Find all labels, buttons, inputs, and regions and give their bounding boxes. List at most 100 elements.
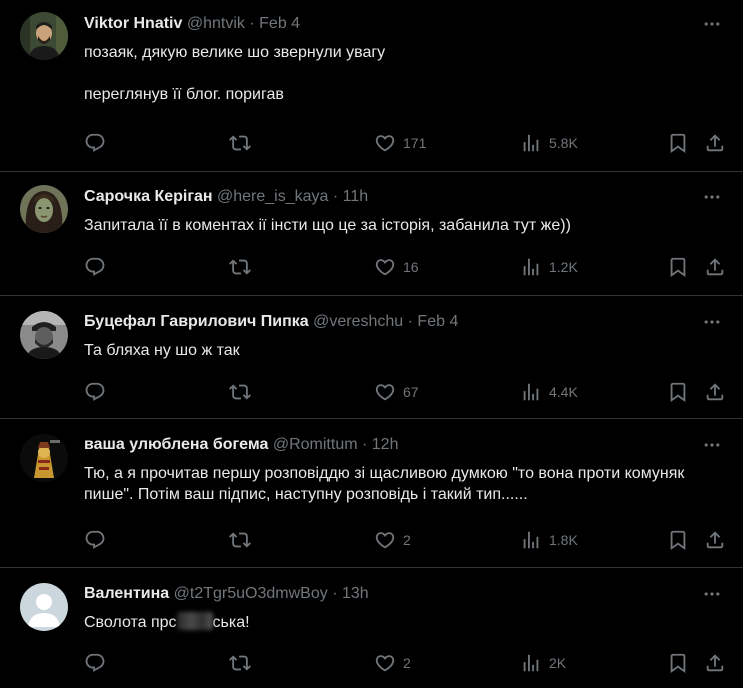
like-icon bbox=[374, 529, 396, 551]
share-button[interactable] bbox=[704, 652, 726, 674]
share-icon bbox=[704, 256, 726, 278]
bookmark-icon bbox=[667, 652, 689, 674]
views-button[interactable]: 1.2K bbox=[520, 256, 578, 278]
display-name[interactable]: Сарочка Керіган bbox=[84, 188, 213, 205]
tweet-header: Буцефал Гаврилович Пипка @vereshchu · Fe… bbox=[84, 312, 693, 332]
bookmark-button[interactable] bbox=[667, 256, 689, 278]
tweet-text: Сволота прс ська! bbox=[84, 612, 713, 633]
avatar[interactable] bbox=[20, 12, 68, 60]
user-handle[interactable]: @vereshchu bbox=[313, 313, 403, 330]
user-handle[interactable]: @here_is_kaya bbox=[217, 188, 328, 205]
reply-button[interactable] bbox=[84, 529, 106, 551]
retweet-button[interactable] bbox=[229, 256, 251, 278]
share-icon bbox=[704, 381, 726, 403]
views-button[interactable]: 1.8K bbox=[520, 529, 578, 551]
views-button[interactable]: 4.4K bbox=[520, 381, 578, 403]
like-icon bbox=[374, 652, 396, 674]
tweet-header: Viktor Hnativ @hntvik · Feb 4 bbox=[84, 14, 693, 34]
separator-dot: · bbox=[249, 15, 255, 32]
tweet-text: позаяк, дякую велике шо звернули увагу п… bbox=[84, 44, 386, 103]
avatar[interactable] bbox=[20, 434, 68, 482]
retweet-button[interactable] bbox=[229, 381, 251, 403]
redaction-blur bbox=[176, 612, 213, 630]
like-button[interactable]: 2 bbox=[374, 529, 411, 551]
reply-button[interactable] bbox=[84, 381, 106, 403]
tweet[interactable]: ваша улюблена богема @Romittum · 12h Тю,… bbox=[0, 419, 743, 568]
reply-button[interactable] bbox=[84, 652, 106, 674]
view-count: 1.8K bbox=[549, 532, 578, 548]
user-handle[interactable]: @t2Tgr5uO3dmwBoy bbox=[174, 585, 328, 602]
tweet-header: Валентина @t2Tgr5uO3dmwBoy · 13h bbox=[84, 584, 693, 604]
timestamp[interactable]: Feb 4 bbox=[259, 15, 300, 32]
like-count: 2 bbox=[403, 532, 411, 548]
share-button[interactable] bbox=[704, 256, 726, 278]
retweet-icon bbox=[229, 256, 251, 278]
like-icon bbox=[374, 381, 396, 403]
retweet-button[interactable] bbox=[229, 529, 251, 551]
bookmark-icon bbox=[667, 381, 689, 403]
tweet-text: Тю, а я прочитав першу розповіддю зі щас… bbox=[84, 465, 689, 503]
reply-button[interactable] bbox=[84, 256, 106, 278]
bookmark-button[interactable] bbox=[667, 381, 689, 403]
tweet-header: Сарочка Керіган @here_is_kaya · 11h bbox=[84, 187, 693, 207]
tweet[interactable]: Сарочка Керіган @here_is_kaya · 11h Запи… bbox=[0, 172, 743, 296]
timestamp[interactable]: 11h bbox=[343, 188, 369, 205]
reply-icon bbox=[84, 381, 106, 403]
more-icon[interactable] bbox=[701, 14, 723, 34]
views-icon bbox=[520, 256, 542, 278]
like-button[interactable]: 171 bbox=[374, 132, 426, 154]
avatar[interactable] bbox=[20, 311, 68, 359]
display-name[interactable]: Валентина bbox=[84, 585, 169, 602]
action-bar: 171 5.8K bbox=[84, 132, 723, 154]
avatar[interactable] bbox=[20, 583, 68, 631]
like-button[interactable]: 2 bbox=[374, 652, 411, 674]
tweet-header: ваша улюблена богема @Romittum · 12h bbox=[84, 435, 693, 455]
views-button[interactable]: 5.8K bbox=[520, 132, 578, 154]
share-button[interactable] bbox=[704, 381, 726, 403]
view-count: 5.8K bbox=[549, 135, 578, 151]
user-handle[interactable]: @Romittum bbox=[273, 436, 358, 453]
share-button[interactable] bbox=[704, 132, 726, 154]
views-icon bbox=[520, 652, 542, 674]
bookmark-icon bbox=[667, 132, 689, 154]
views-button[interactable]: 2K bbox=[520, 652, 566, 674]
view-count: 2K bbox=[549, 655, 567, 671]
reply-icon bbox=[84, 256, 106, 278]
bookmark-button[interactable] bbox=[667, 652, 689, 674]
reply-button[interactable] bbox=[84, 132, 106, 154]
more-icon[interactable] bbox=[701, 312, 723, 332]
timestamp[interactable]: 13h bbox=[342, 585, 369, 602]
more-icon[interactable] bbox=[701, 435, 723, 455]
timestamp[interactable]: 12h bbox=[372, 436, 399, 453]
tweet[interactable]: Viktor Hnativ @hntvik · Feb 4 позаяк, дя… bbox=[0, 0, 743, 172]
like-button[interactable]: 16 bbox=[374, 256, 419, 278]
more-icon[interactable] bbox=[701, 187, 723, 207]
bookmark-button[interactable] bbox=[667, 132, 689, 154]
avatar[interactable] bbox=[20, 185, 68, 233]
tweet-text-end: ська! bbox=[212, 614, 250, 631]
display-name[interactable]: Буцефал Гаврилович Пипка bbox=[84, 313, 309, 330]
tweet-text: Запитала її в коментах ії інсти що це за… bbox=[84, 217, 571, 234]
retweet-button[interactable] bbox=[229, 132, 251, 154]
retweet-button[interactable] bbox=[229, 652, 251, 674]
bookmark-icon bbox=[667, 529, 689, 551]
display-name[interactable]: Viktor Hnativ bbox=[84, 15, 182, 32]
separator-dot: · bbox=[362, 436, 368, 453]
user-handle[interactable]: @hntvik bbox=[187, 15, 245, 32]
tweet[interactable]: Буцефал Гаврилович Пипка @vereshchu · Fe… bbox=[0, 296, 743, 419]
retweet-icon bbox=[229, 381, 251, 403]
tweet-text: Та бляха ну шо ж так bbox=[84, 342, 240, 359]
timestamp[interactable]: Feb 4 bbox=[417, 313, 458, 330]
separator-dot: · bbox=[332, 188, 339, 205]
retweet-icon bbox=[229, 529, 251, 551]
display-name[interactable]: ваша улюблена богема bbox=[84, 436, 268, 453]
share-button[interactable] bbox=[704, 529, 726, 551]
separator-dot: · bbox=[407, 313, 413, 330]
bookmark-button[interactable] bbox=[667, 529, 689, 551]
bookmark-icon bbox=[667, 256, 689, 278]
retweet-icon bbox=[229, 652, 251, 674]
like-button[interactable]: 67 bbox=[374, 381, 419, 403]
tweet[interactable]: Валентина @t2Tgr5uO3dmwBoy · 13h Сволота… bbox=[0, 568, 743, 688]
share-icon bbox=[704, 652, 726, 674]
more-icon[interactable] bbox=[701, 584, 723, 604]
